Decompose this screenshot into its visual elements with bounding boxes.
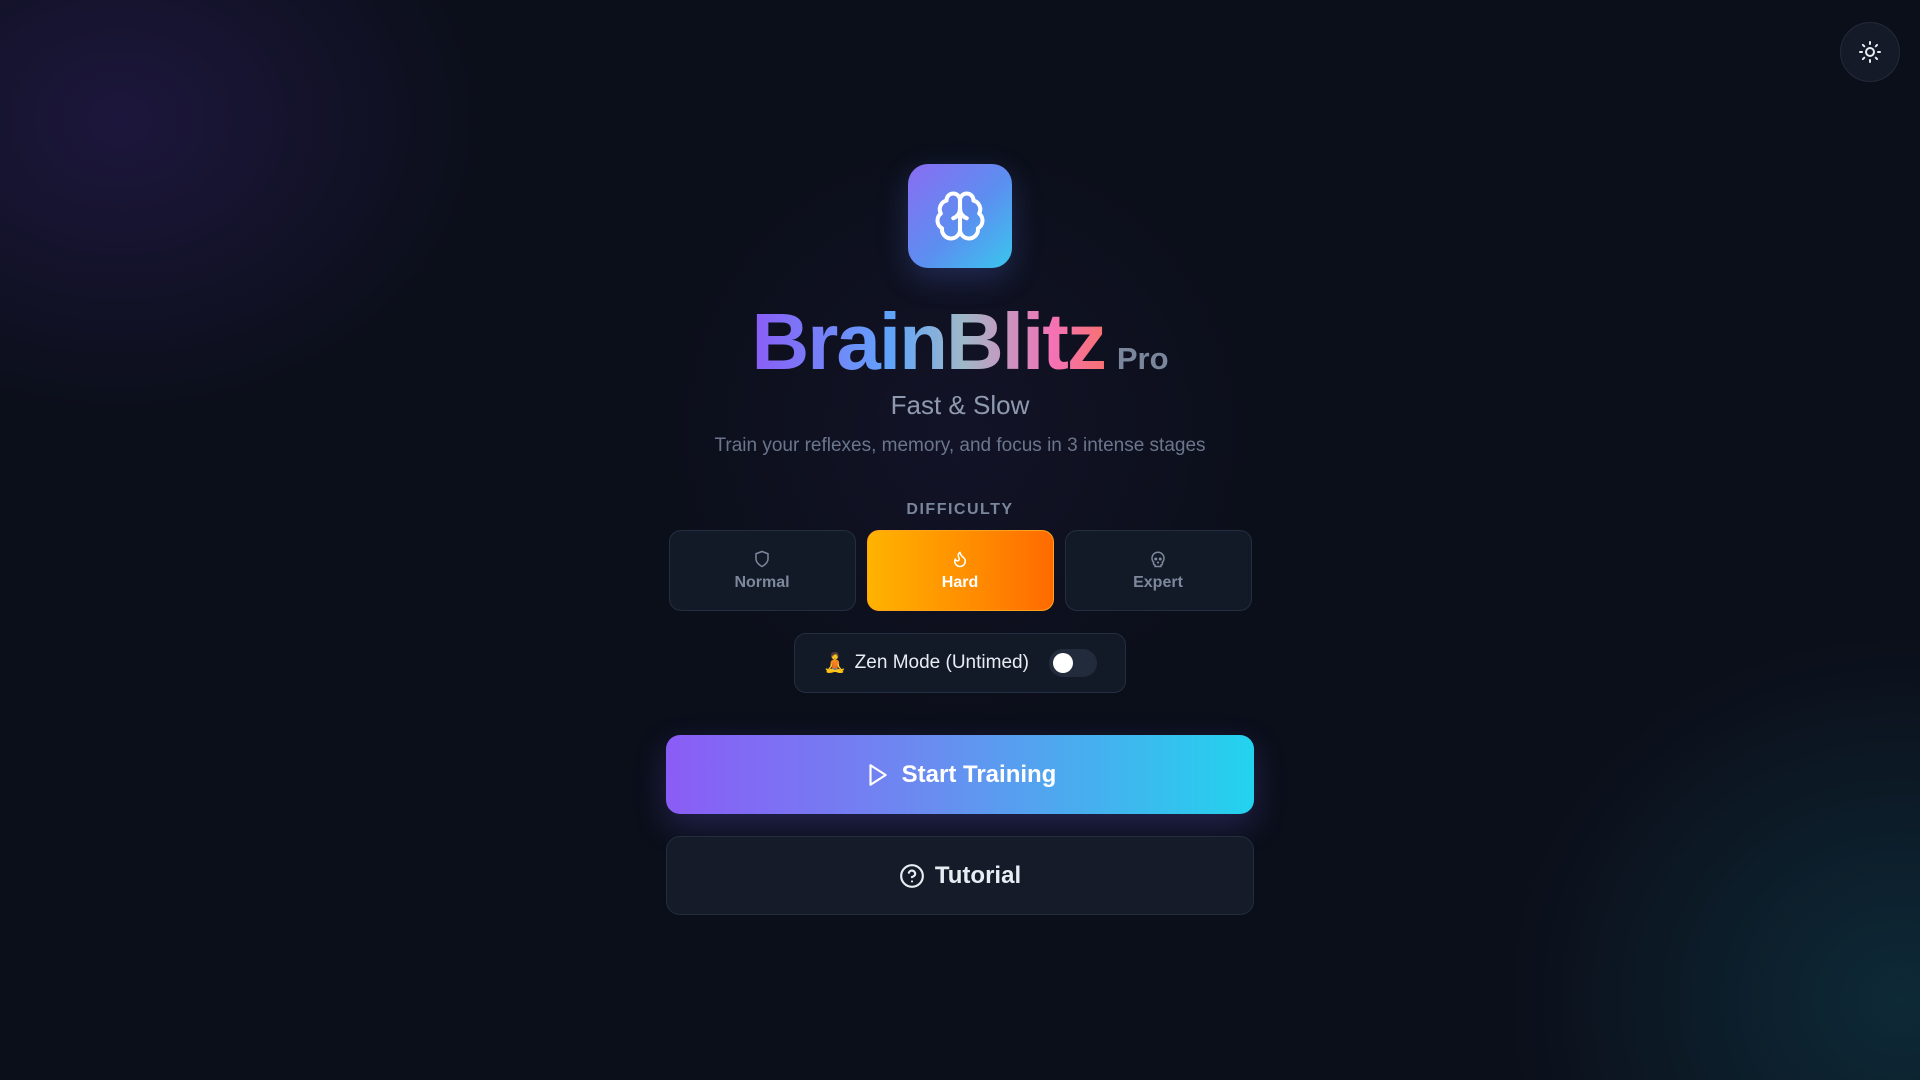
pro-badge: Pro [1116, 341, 1169, 376]
shield-icon [755, 550, 769, 567]
help-circle-icon [899, 863, 924, 888]
difficulty-expert-button[interactable]: Expert [1064, 530, 1252, 611]
difficulty-normal-button[interactable]: Normal [668, 530, 856, 611]
difficulty-normal-label: Normal [734, 573, 790, 591]
tutorial-label: Tutorial [934, 861, 1022, 889]
zen-mode-label: Zen Mode (Untimed) [854, 652, 1029, 673]
meditation-icon: 🧘 [823, 653, 847, 674]
start-training-button[interactable]: Start Training [666, 735, 1254, 814]
difficulty-label: DIFFICULTY [906, 501, 1014, 518]
app-subtitle: Fast & Slow [890, 390, 1030, 420]
skull-icon [1151, 551, 1165, 567]
main-panel: BrainBlitz Pro Fast & Slow Train your re… [0, 0, 1920, 915]
difficulty-hard-label: Hard [941, 573, 979, 591]
toggle-knob [1052, 653, 1073, 673]
app-logo [908, 164, 1012, 268]
difficulty-expert-label: Expert [1133, 573, 1183, 591]
zen-mode-toggle[interactable] [1048, 649, 1097, 677]
tutorial-button[interactable]: Tutorial [666, 836, 1254, 915]
app-tagline: Train your reflexes, memory, and focus i… [714, 435, 1206, 456]
flame-icon [954, 551, 966, 567]
difficulty-selector: Normal Hard Expert [668, 530, 1252, 611]
start-training-label: Start Training [901, 760, 1057, 788]
difficulty-hard-button[interactable]: Hard [866, 530, 1054, 611]
title-row: BrainBlitz Pro [751, 296, 1168, 388]
zen-mode-card: 🧘 Zen Mode (Untimed) [794, 633, 1126, 693]
brain-icon [935, 191, 985, 241]
app-title: BrainBlitz [751, 297, 1106, 386]
play-icon [869, 763, 887, 786]
